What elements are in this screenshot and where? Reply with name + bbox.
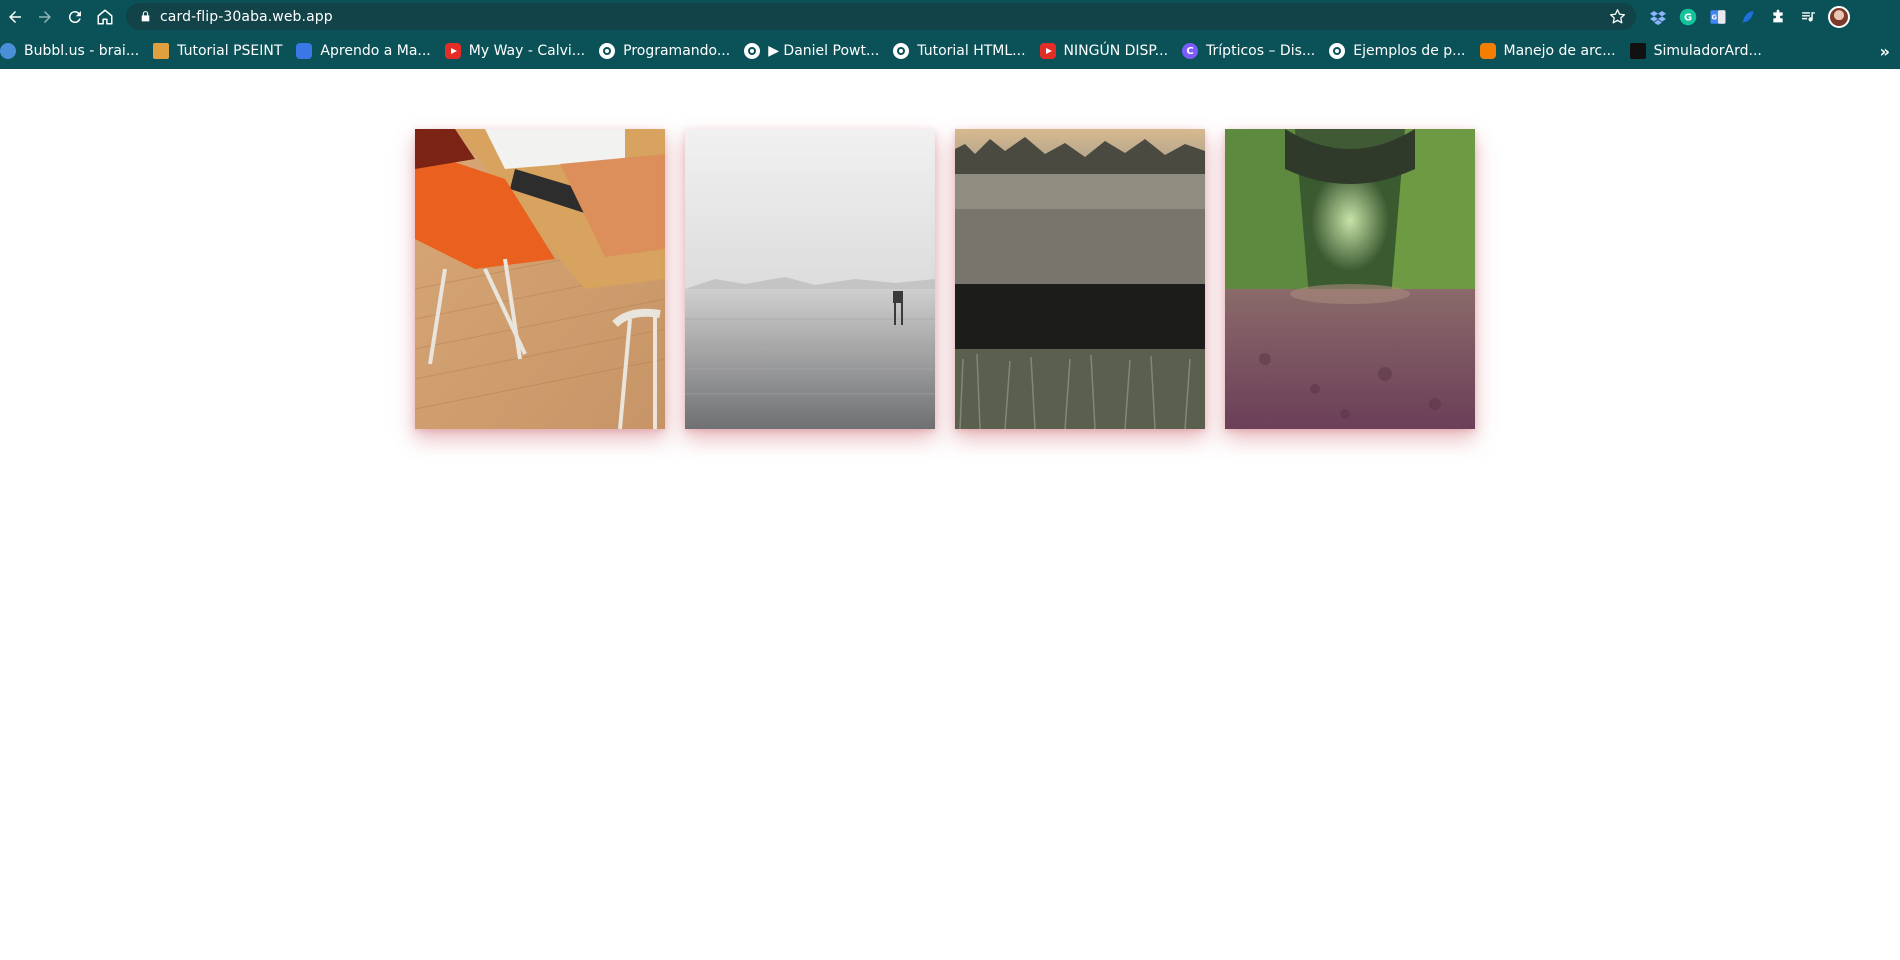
globe-icon xyxy=(744,43,761,59)
puzzle-icon[interactable] xyxy=(1768,7,1788,27)
yt-icon xyxy=(1039,43,1056,59)
address-bar[interactable]: card-flip-30aba.web.app xyxy=(126,3,1636,30)
browser-chrome: card-flip-30aba.web.app G G Bubbl.us - b… xyxy=(0,0,1900,69)
bookmark-item[interactable]: My Way - Calvi... xyxy=(444,33,586,69)
svg-text:G: G xyxy=(1711,13,1717,21)
folder-icon xyxy=(1629,43,1646,59)
bookmark-item[interactable]: Aprendo a Ma... xyxy=(296,33,431,69)
canva-icon: C xyxy=(1182,43,1199,59)
bookmark-item[interactable]: Ejemplos de p... xyxy=(1329,33,1466,69)
bookmark-item[interactable]: NINGÚN DISP... xyxy=(1039,33,1169,69)
bookmark-label: SimuladorArd... xyxy=(1653,43,1762,59)
svg-text:G: G xyxy=(1684,12,1692,23)
cloud-icon xyxy=(0,43,16,59)
psein-icon xyxy=(153,43,170,59)
lock-icon xyxy=(138,10,152,24)
bookmarks-bar: Bubbl.us - brai... Tutorial PSEINT Aprendo… xyxy=(0,33,1900,69)
globe-icon xyxy=(893,43,910,59)
forward-button[interactable] xyxy=(30,2,60,32)
bookmark-label: Trípticos – Dis... xyxy=(1206,43,1316,59)
yt-icon xyxy=(444,43,461,59)
desk-chair-image xyxy=(415,129,665,429)
dropbox-icon[interactable] xyxy=(1648,7,1668,27)
bookmarks-more-button[interactable]: » xyxy=(1880,33,1890,69)
media-control-icon[interactable] xyxy=(1798,7,1818,27)
bookmark-label: NINGÚN DISP... xyxy=(1063,43,1169,59)
bookmark-item[interactable]: C Trípticos – Dis... xyxy=(1182,33,1315,69)
extensions-area: G G xyxy=(1648,0,1850,33)
browser-toolbar: card-flip-30aba.web.app G G xyxy=(0,0,1900,33)
misty-sea-image xyxy=(685,129,935,429)
bookmark-label: Manejo de arc... xyxy=(1503,43,1616,59)
frosty-field-image xyxy=(955,129,1205,429)
home-button[interactable] xyxy=(90,2,120,32)
url-text[interactable]: card-flip-30aba.web.app xyxy=(160,9,333,25)
tree-tunnel-image xyxy=(1225,129,1475,429)
globe-icon xyxy=(1329,43,1346,59)
card-misty-sea[interactable] xyxy=(685,129,935,429)
bookmark-label: Bubbl.us - brai... xyxy=(24,43,140,59)
globe-icon xyxy=(599,43,616,59)
bookmark-label: ▶ Daniel Powt... xyxy=(768,43,880,59)
back-arrow-icon xyxy=(9,10,21,23)
car-icon xyxy=(296,43,313,59)
bookmark-label: Programando... xyxy=(623,43,731,59)
bookmark-item[interactable]: ▶ Daniel Powt... xyxy=(744,33,879,69)
bookmark-label: Tutorial HTML... xyxy=(917,43,1026,59)
forward-arrow-icon xyxy=(39,10,51,23)
bookmark-label: Aprendo a Ma... xyxy=(320,43,431,59)
avatar[interactable] xyxy=(1828,5,1850,28)
bookmark-item[interactable]: Tutorial HTML... xyxy=(893,33,1026,69)
page-content xyxy=(0,69,1900,960)
translate-icon[interactable]: G xyxy=(1708,7,1728,27)
back-button[interactable] xyxy=(0,2,30,32)
bookmark-label: My Way - Calvi... xyxy=(468,43,586,59)
star-icon[interactable] xyxy=(1609,8,1626,25)
card-frosty-field[interactable] xyxy=(955,129,1205,429)
bookmark-item[interactable]: Tutorial PSEINT xyxy=(153,33,282,69)
grammarly-icon[interactable]: G xyxy=(1678,7,1698,27)
bookmark-item[interactable]: Manejo de arc... xyxy=(1479,33,1616,69)
bookmark-label: Ejemplos de p... xyxy=(1353,43,1466,59)
bookmark-item[interactable]: Programando... xyxy=(599,33,730,69)
feather-icon[interactable] xyxy=(1738,7,1758,27)
bookmark-label: Tutorial PSEINT xyxy=(177,43,283,59)
bookmark-item[interactable]: SimuladorArd... xyxy=(1629,33,1762,69)
home-icon xyxy=(97,9,113,24)
blogger-icon xyxy=(1479,43,1496,59)
reload-icon xyxy=(68,10,81,23)
reload-button[interactable] xyxy=(60,2,90,32)
card-tree-tunnel[interactable] xyxy=(1225,129,1475,429)
bookmark-item[interactable]: Bubbl.us - brai... xyxy=(0,33,139,69)
card-desk-chair[interactable] xyxy=(415,129,665,429)
